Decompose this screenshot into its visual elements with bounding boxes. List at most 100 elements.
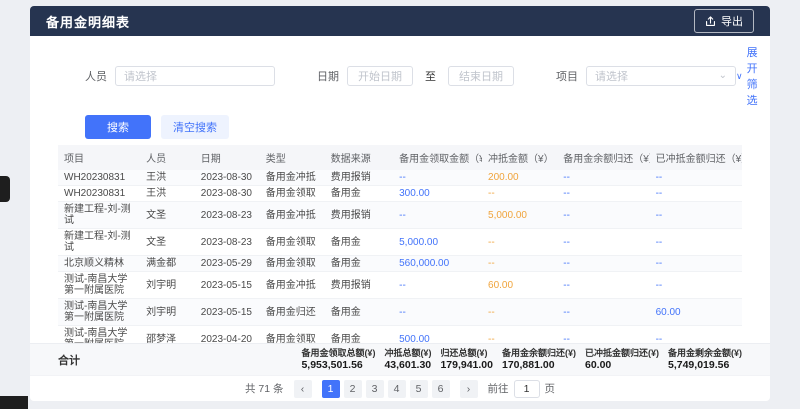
summary-item: 归还总额(¥) 179,941.00 — [440, 347, 493, 372]
table-header-row: 项目人员日期类型数据来源备用金领取金额（¥）冲抵金额（¥）备用金余额归还（¥）已… — [58, 145, 742, 170]
cell-project: WH20230831 — [58, 170, 140, 186]
search-button[interactable]: 搜索 — [85, 115, 151, 139]
pagination-bar: 共 71 条 ‹ 123456 › 前往 1 页 — [30, 375, 770, 401]
table-row[interactable]: 新建工程-刘-测试 文圣 2023-08-23 备用金冲抵 费用报销 -- 5,… — [58, 202, 742, 229]
cell-person: 邵梦泽 — [140, 326, 195, 344]
project-filter-select[interactable]: 请选择 ⌄ — [586, 66, 736, 86]
expand-filters-link[interactable]: ∨ 展开筛选 — [736, 44, 758, 108]
cell-person: 刘宇明 — [140, 272, 195, 299]
next-page-button[interactable]: › — [460, 380, 478, 398]
page-button[interactable]: 1 — [322, 380, 340, 398]
bottom-left-corner-artifact — [0, 396, 28, 409]
summary-bar: 合计 备用金领取总额(¥) 5,953,501.56 冲抵总额(¥) 43,60… — [30, 343, 770, 375]
cell-project: 测试-南昌大学第一附属医院 — [58, 326, 140, 344]
table-row[interactable]: WH20230831 王洪 2023-08-30 备用金领取 备用金 300.0… — [58, 186, 742, 202]
date-start-placeholder: 开始日期 — [358, 68, 402, 84]
chevron-down-icon: ⌄ — [719, 71, 727, 81]
page-button[interactable]: 4 — [388, 380, 406, 398]
cell-offset-return: 60.00 — [650, 299, 742, 326]
summary-item-value: 170,881.00 — [502, 359, 576, 372]
summary-item-value: 5,953,501.56 — [301, 359, 375, 372]
export-button[interactable]: 导出 — [694, 9, 754, 33]
cell-person: 满金都 — [140, 256, 195, 272]
table-row[interactable]: 测试-南昌大学第一附属医院 邵梦泽 2023-04-20 备用金领取 备用金 5… — [58, 326, 742, 344]
table-row[interactable]: 新建工程-刘-测试 文圣 2023-08-23 备用金领取 备用金 5,000.… — [58, 229, 742, 256]
date-end-placeholder: 结束日期 — [459, 68, 503, 84]
table-row[interactable]: 测试-南昌大学第一附属医院 刘宇明 2023-05-15 备用金冲抵 费用报销 … — [58, 272, 742, 299]
person-filter-input[interactable]: 请选择 — [115, 66, 275, 86]
summary-item-label: 冲抵总额(¥) — [384, 347, 431, 359]
cell-offset-amount: -- — [482, 326, 557, 344]
cell-person: 刘宇明 — [140, 299, 195, 326]
cell-source: 费用报销 — [325, 272, 393, 299]
export-icon — [705, 16, 716, 27]
column-header: 已冲抵金额归还（¥） — [650, 145, 742, 170]
sidebar-collapse-handle[interactable] — [0, 176, 10, 202]
page-header-bar: 备用金明细表 导出 — [30, 6, 770, 36]
cell-source: 备用金 — [325, 299, 393, 326]
goto-page: 前往 1 页 — [488, 380, 556, 398]
cell-date: 2023-05-15 — [195, 299, 260, 326]
cell-source: 费用报销 — [325, 170, 393, 186]
goto-page-input[interactable]: 1 — [514, 380, 540, 398]
cell-project: WH20230831 — [58, 186, 140, 202]
cell-type: 备用金冲抵 — [260, 272, 325, 299]
prev-page-button[interactable]: ‹ — [294, 380, 312, 398]
cell-offset-return: -- — [650, 186, 742, 202]
cell-project: 北京顺义精林 — [58, 256, 140, 272]
person-filter: 人员 请选择 — [85, 66, 275, 86]
table-row[interactable]: 测试-南昌大学第一附属医院 刘宇明 2023-05-15 备用金归还 备用金 -… — [58, 299, 742, 326]
date-start-input[interactable]: 开始日期 — [347, 66, 413, 86]
cell-person: 王洪 — [140, 186, 195, 202]
date-end-input[interactable]: 结束日期 — [448, 66, 514, 86]
pagination-total: 共 71 条 — [245, 381, 284, 396]
column-header: 人员 — [140, 145, 195, 170]
cell-type: 备用金领取 — [260, 186, 325, 202]
summary-item: 冲抵总额(¥) 43,601.30 — [384, 347, 431, 372]
clear-search-button[interactable]: 清空搜索 — [161, 115, 229, 139]
cell-type: 备用金领取 — [260, 256, 325, 272]
cell-date: 2023-05-15 — [195, 272, 260, 299]
cell-offset-amount: -- — [482, 229, 557, 256]
page-title: 备用金明细表 — [46, 12, 130, 31]
content-card: 人员 请选择 日期 开始日期 至 结束日期 项目 — [30, 36, 770, 401]
column-header: 备用金余额归还（¥） — [557, 145, 649, 170]
summary-item-label: 备用金剩余金额(¥) — [668, 347, 742, 359]
table-row[interactable]: WH20230831 王洪 2023-08-30 备用金冲抵 费用报销 -- 2… — [58, 170, 742, 186]
cell-receive-amount: 300.00 — [393, 186, 482, 202]
cell-type: 备用金冲抵 — [260, 170, 325, 186]
chevron-down-icon: ∨ — [736, 71, 743, 82]
goto-label-prefix: 前往 — [488, 381, 509, 396]
page-button[interactable]: 3 — [366, 380, 384, 398]
summary-item-value: 179,941.00 — [440, 359, 493, 372]
petty-cash-table: 项目人员日期类型数据来源备用金领取金额（¥）冲抵金额（¥）备用金余额归还（¥）已… — [58, 145, 742, 343]
project-filter-placeholder: 请选择 — [595, 68, 628, 84]
petty-cash-detail-page: 备用金明细表 导出 人员 请选择 日 — [30, 6, 770, 401]
summary-item-label: 备用金领取总额(¥) — [301, 347, 375, 359]
cell-balance-return: -- — [557, 229, 649, 256]
cell-date: 2023-08-23 — [195, 229, 260, 256]
cell-offset-amount: 5,000.00 — [482, 202, 557, 229]
cell-offset-return: -- — [650, 256, 742, 272]
data-table-wrap: 项目人员日期类型数据来源备用金领取金额（¥）冲抵金额（¥）备用金余额归还（¥）已… — [30, 145, 770, 343]
cell-project: 测试-南昌大学第一附属医院 — [58, 299, 140, 326]
cell-offset-amount: -- — [482, 186, 557, 202]
column-header: 冲抵金额（¥） — [482, 145, 557, 170]
cell-balance-return: -- — [557, 170, 649, 186]
page-button[interactable]: 6 — [432, 380, 450, 398]
cell-receive-amount: -- — [393, 170, 482, 186]
cell-balance-return: -- — [557, 202, 649, 229]
page-button[interactable]: 2 — [344, 380, 362, 398]
cell-type: 备用金领取 — [260, 326, 325, 344]
cell-receive-amount: 500.00 — [393, 326, 482, 344]
summary-item: 备用金领取总额(¥) 5,953,501.56 — [301, 347, 375, 372]
cell-balance-return: -- — [557, 272, 649, 299]
page-button[interactable]: 5 — [410, 380, 428, 398]
person-filter-placeholder: 请选择 — [124, 68, 157, 84]
cell-receive-amount: -- — [393, 202, 482, 229]
cell-offset-return: -- — [650, 202, 742, 229]
cell-date: 2023-05-29 — [195, 256, 260, 272]
expand-filters-label: 展开筛选 — [747, 44, 758, 108]
cell-offset-return: -- — [650, 229, 742, 256]
table-row[interactable]: 北京顺义精林 满金都 2023-05-29 备用金领取 备用金 560,000.… — [58, 256, 742, 272]
